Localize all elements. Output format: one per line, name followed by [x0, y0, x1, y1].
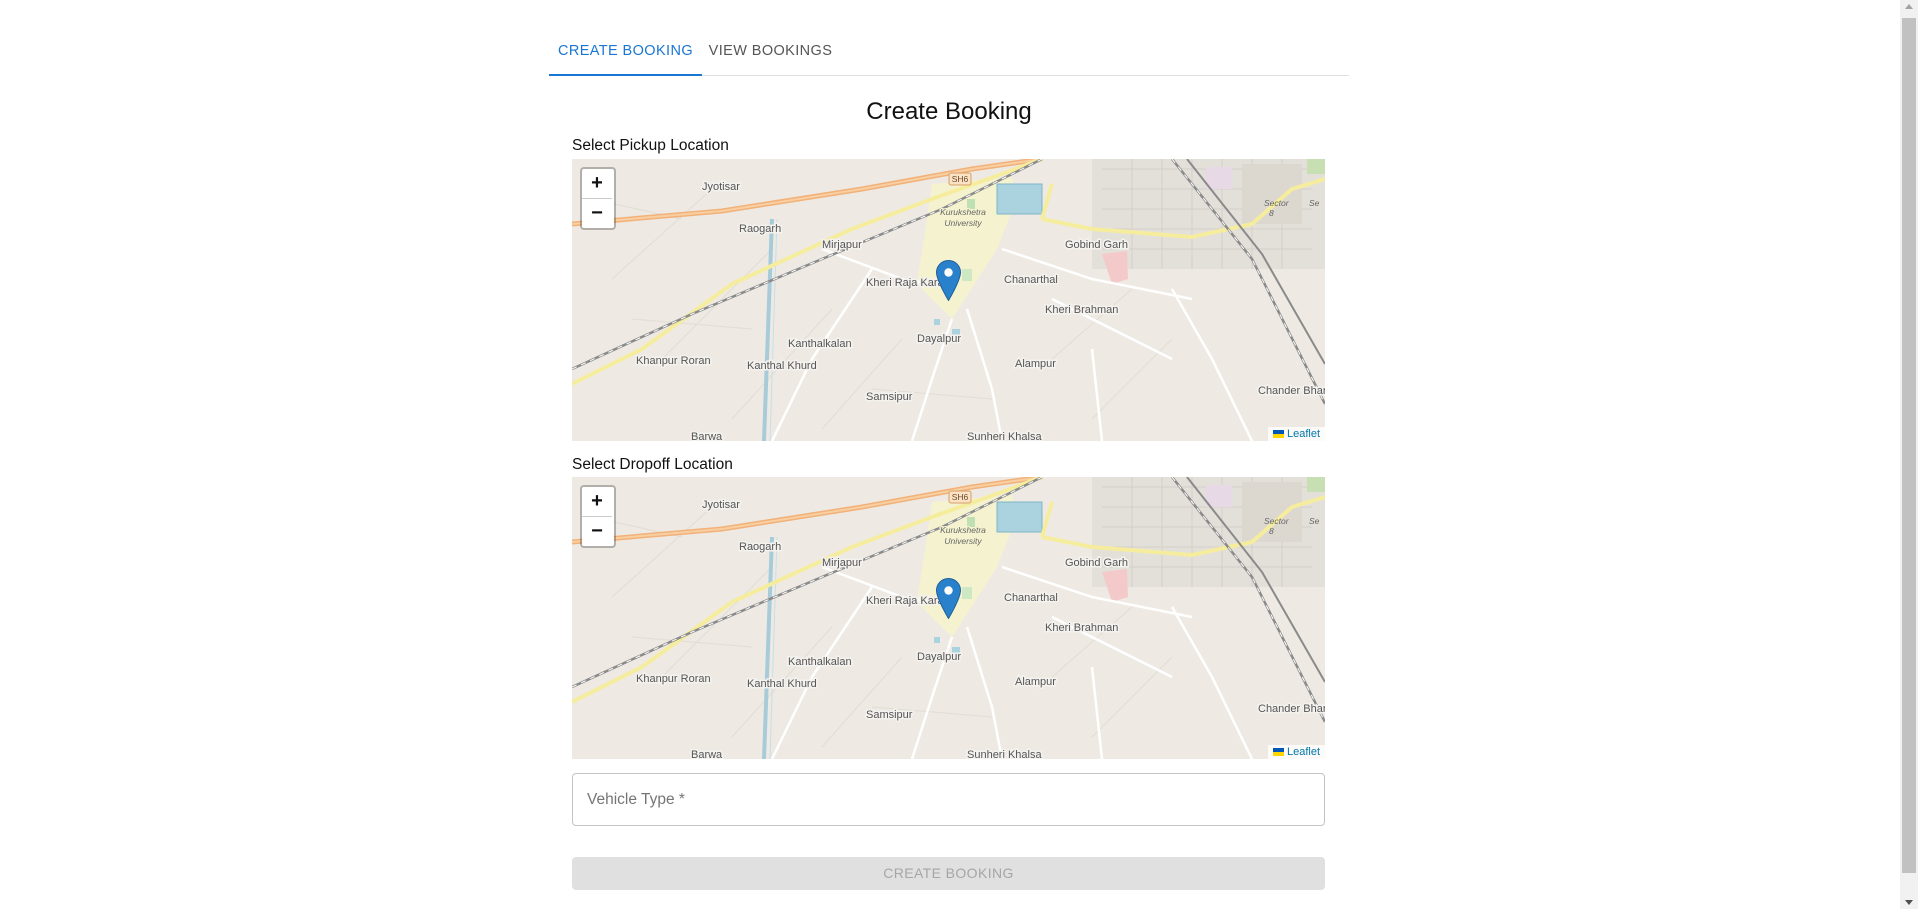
tab-bar: CREATE BOOKING VIEW BOOKINGS: [549, 30, 1349, 76]
ukraine-flag-icon: [1272, 748, 1284, 756]
map-attribution: Leaflet: [1267, 427, 1325, 441]
map-label-kheri-brahman: Kheri Brahman: [1045, 622, 1118, 634]
map-label-sector: Sector: [1264, 198, 1290, 208]
leaflet-link[interactable]: Leaflet: [1287, 428, 1320, 440]
map-label-chander: Chander Bhan: [1258, 703, 1325, 715]
map-label-raogarh: Raogarh: [739, 541, 781, 553]
pickup-map[interactable]: SH6 Jyotisar Raogarh Mirjapur Kheri Raja…: [572, 159, 1325, 441]
map-label-sunheri: Sunheri Khalsa: [967, 749, 1042, 759]
map-marker-icon[interactable]: [936, 260, 961, 301]
map-label-alampur: Alampur: [1015, 358, 1056, 370]
map-label-chanarthal: Chanarthal: [1004, 274, 1058, 286]
vehicle-type-placeholder: Vehicle Type *: [587, 791, 685, 808]
map-label-kanthalkalan: Kanthalkalan: [788, 656, 852, 668]
tab-create-booking[interactable]: CREATE BOOKING: [549, 30, 702, 76]
map-label-chander: Chander Bhan: [1258, 385, 1325, 397]
map-label-khanpur: Khanpur Roran: [636, 355, 711, 367]
zoom-out-button[interactable]: −: [582, 517, 612, 546]
zoom-out-button[interactable]: −: [582, 199, 612, 228]
dropoff-map[interactable]: SH6 Jyotisar Raogarh Mirjapur Kheri Raja…: [572, 477, 1325, 759]
pickup-label: Select Pickup Location: [572, 137, 729, 154]
map-label-sh6: SH6: [952, 492, 969, 502]
scroll-down-icon[interactable]: [1905, 900, 1913, 905]
map-label-kheri-brahman: Kheri Brahman: [1045, 304, 1118, 316]
map-label-sector: Sector: [1264, 516, 1290, 526]
map-marker-icon[interactable]: [936, 578, 961, 619]
map-label-univ2: University: [944, 218, 982, 228]
zoom-control: + −: [580, 485, 616, 548]
map-label-se: Se: [1309, 198, 1320, 208]
map-label-kanthalkalan: Kanthalkalan: [788, 338, 852, 350]
ukraine-flag-icon: [1272, 430, 1284, 438]
scrollbar[interactable]: [1900, 0, 1918, 909]
map-label-samsipur: Samsipur: [866, 709, 913, 721]
map-label-sunheri: Sunheri Khalsa: [967, 431, 1042, 441]
map-label-mirjapur: Mirjapur: [822, 557, 862, 569]
map-label-dayalpur: Dayalpur: [917, 651, 961, 663]
scrollbar-thumb[interactable]: [1902, 18, 1916, 873]
vehicle-type-select[interactable]: Vehicle Type *: [572, 773, 1325, 826]
map-attribution: Leaflet: [1267, 745, 1325, 759]
map-label-sh6: SH6: [952, 174, 969, 184]
map-label-samsipur: Samsipur: [866, 391, 913, 403]
map-label-kanthal-khurd: Kanthal Khurd: [747, 678, 817, 690]
map-label-univ1: Kurukshetra: [940, 525, 986, 535]
map-label-dayalpur: Dayalpur: [917, 333, 961, 345]
zoom-in-button[interactable]: +: [582, 169, 612, 199]
zoom-control: + −: [580, 167, 616, 230]
map-label-sector-num: 8: [1269, 208, 1274, 218]
map-label-gobind: Gobind Garh: [1065, 557, 1128, 569]
map-label-barwa: Barwa: [691, 431, 723, 441]
map-label-gobind: Gobind Garh: [1065, 239, 1128, 251]
map-label-alampur: Alampur: [1015, 676, 1056, 688]
map-label-kanthal-khurd: Kanthal Khurd: [747, 360, 817, 372]
map-label-chanarthal: Chanarthal: [1004, 592, 1058, 604]
page-title: Create Booking: [866, 98, 1032, 125]
map-label-barwa: Barwa: [691, 749, 723, 759]
map-label-mirjapur: Mirjapur: [822, 239, 862, 251]
map-label-jyotisar: Jyotisar: [702, 181, 740, 193]
zoom-in-button[interactable]: +: [582, 487, 612, 517]
map-label-sector-num: 8: [1269, 526, 1274, 536]
map-label-jyotisar: Jyotisar: [702, 499, 740, 511]
dropoff-label: Select Dropoff Location: [572, 456, 733, 473]
map-label-se: Se: [1309, 516, 1320, 526]
tab-view-bookings[interactable]: VIEW BOOKINGS: [702, 30, 839, 75]
map-label-raogarh: Raogarh: [739, 223, 781, 235]
create-booking-button[interactable]: CREATE BOOKING: [572, 857, 1325, 890]
map-label-univ2: University: [944, 536, 982, 546]
map-label-univ1: Kurukshetra: [940, 207, 986, 217]
scroll-up-icon[interactable]: [1905, 4, 1913, 9]
leaflet-link[interactable]: Leaflet: [1287, 746, 1320, 758]
map-label-khanpur: Khanpur Roran: [636, 673, 711, 685]
